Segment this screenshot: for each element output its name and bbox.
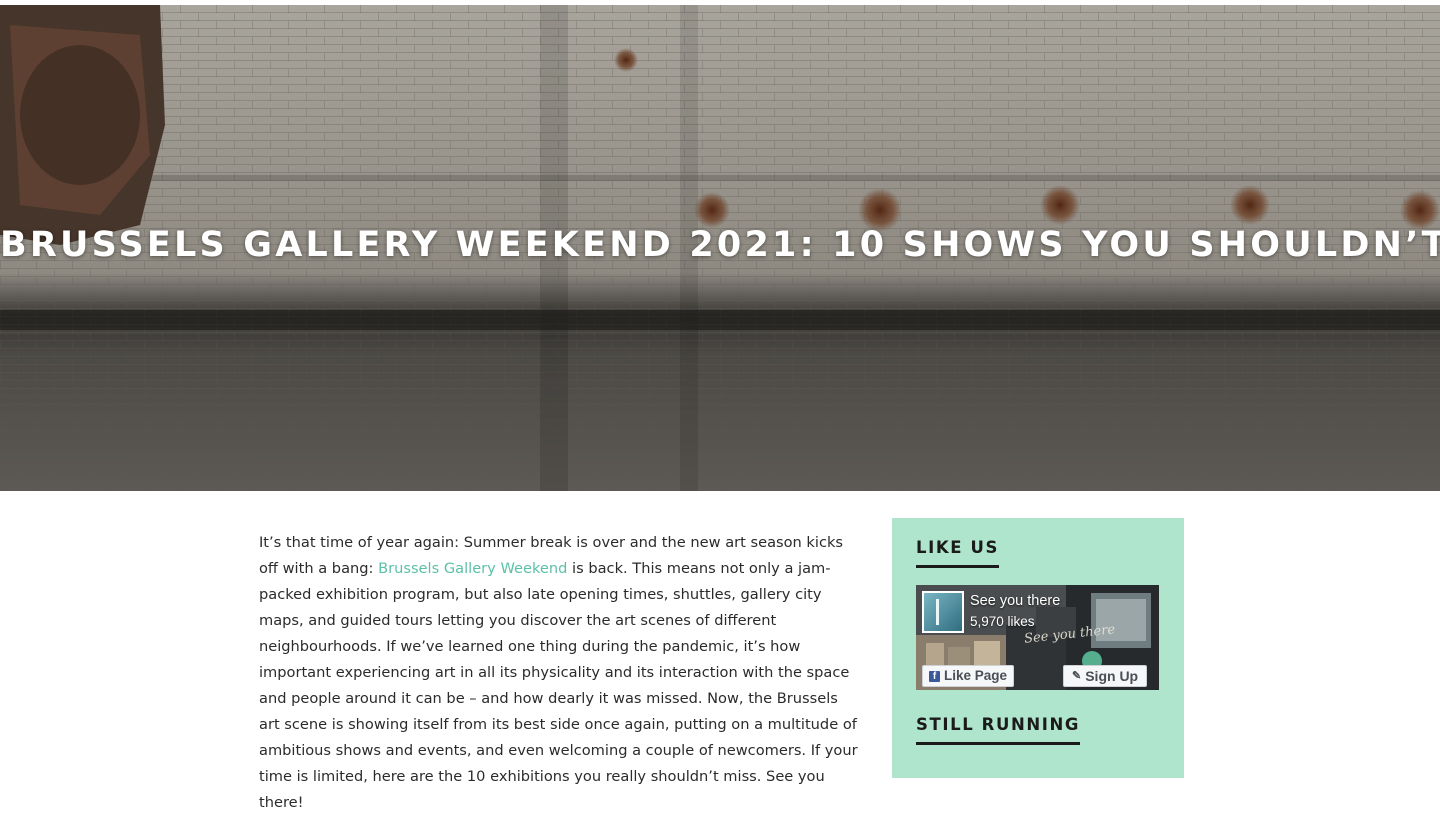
article-body: It’s that time of year again: Summer bre… — [259, 530, 859, 816]
like-us-heading: LIKE US — [916, 538, 999, 568]
facebook-page-widget[interactable]: See you there 5,970 likes See you there … — [916, 585, 1159, 690]
hero-banner: BRUSSELS GALLERY WEEKEND 2021: 10 SHOWS … — [0, 5, 1440, 491]
like-page-button[interactable]: f Like Page — [922, 665, 1015, 687]
still-running-heading: STILL RUNNING — [916, 715, 1081, 745]
intro-text-end: is back. This means not only a jam-packe… — [259, 560, 858, 811]
article-title: BRUSSELS GALLERY WEEKEND 2021: 10 SHOWS … — [0, 225, 1440, 265]
facebook-likes-count: 5,970 likes — [970, 614, 1035, 629]
sign-up-label: Sign Up — [1085, 668, 1139, 684]
facebook-page-avatar[interactable] — [922, 591, 964, 633]
brussels-gallery-weekend-link[interactable]: Brussels Gallery Weekend — [378, 560, 567, 577]
intro-paragraph: It’s that time of year again: Summer bre… — [259, 530, 859, 816]
pencil-icon: ✎ — [1072, 670, 1082, 682]
facebook-page-name[interactable]: See you there — [970, 593, 1060, 609]
sign-up-button[interactable]: ✎ Sign Up — [1063, 665, 1148, 687]
like-page-label: Like Page — [944, 668, 1008, 683]
sidebar: LIKE US See you there 5,970 likes See yo… — [892, 518, 1184, 778]
facebook-icon: f — [929, 670, 940, 682]
